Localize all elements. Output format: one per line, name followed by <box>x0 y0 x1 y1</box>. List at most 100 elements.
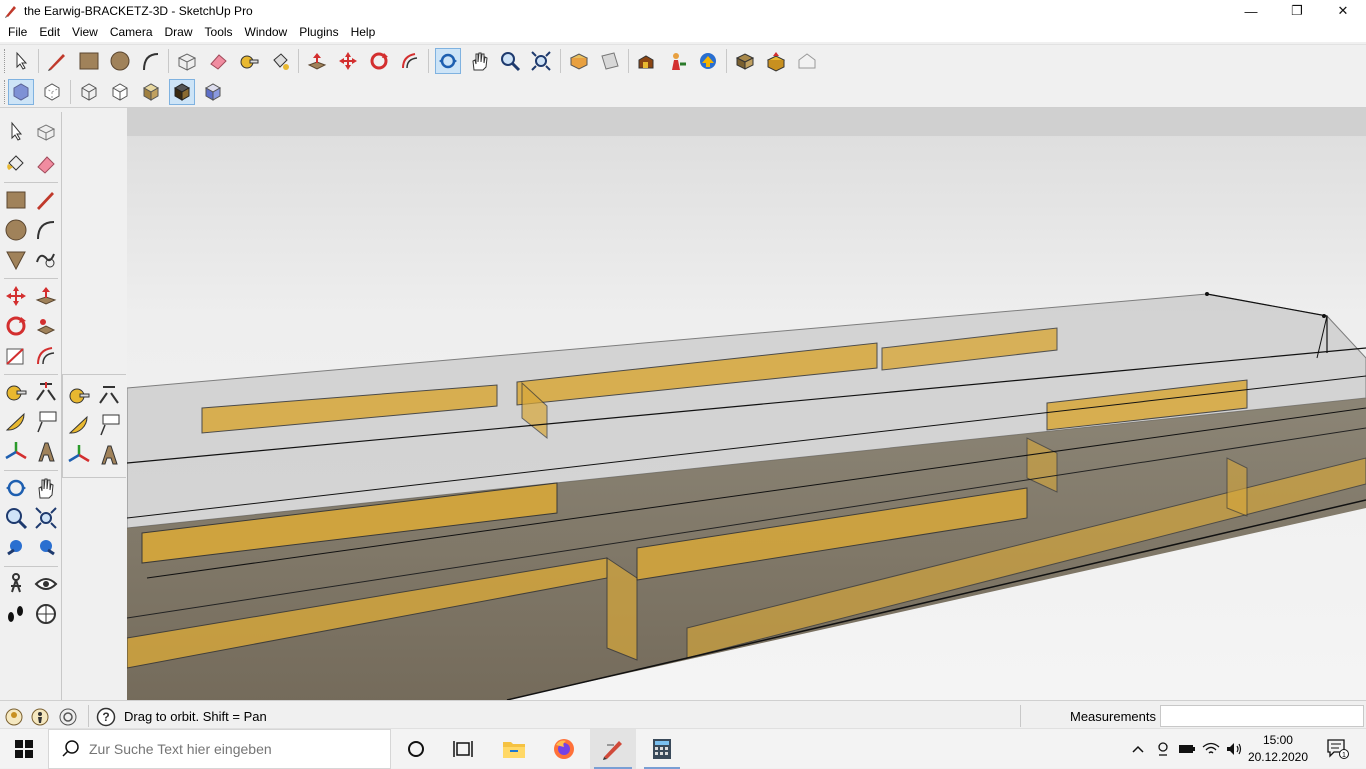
zoom-window-icon[interactable] <box>32 504 60 532</box>
tape-measure-icon[interactable] <box>236 48 262 74</box>
help-icon[interactable]: ? <box>96 707 116 727</box>
text-icon[interactable] <box>32 408 60 436</box>
rectangle-icon[interactable] <box>2 186 30 214</box>
menu-edit[interactable]: Edit <box>33 25 66 39</box>
start-button[interactable] <box>0 729 48 769</box>
follow-me-icon[interactable] <box>32 312 60 340</box>
cortana-button[interactable] <box>396 729 436 769</box>
select-icon[interactable] <box>8 48 34 74</box>
3d-text-icon[interactable] <box>32 438 60 466</box>
preview-in-earth-icon[interactable] <box>695 48 721 74</box>
menu-draw[interactable]: Draw <box>159 25 199 39</box>
pan-icon[interactable] <box>466 48 492 74</box>
walk-icon[interactable] <box>2 600 30 628</box>
make-component-icon[interactable] <box>174 48 200 74</box>
action-center-button[interactable]: 1 <box>1318 729 1358 769</box>
share-component-icon[interactable] <box>763 48 789 74</box>
3d-model-viewport[interactable] <box>127 108 1366 700</box>
toolbar-grip[interactable] <box>4 49 7 73</box>
rotate-icon[interactable] <box>366 48 392 74</box>
pencil-line-icon[interactable] <box>44 48 70 74</box>
copyright-icon[interactable] <box>58 707 78 727</box>
toggle-terrain-icon[interactable] <box>597 48 623 74</box>
push-pull-icon[interactable] <box>304 48 330 74</box>
maximize-button[interactable]: ❐ <box>1274 0 1320 22</box>
tray-network[interactable] <box>1200 729 1222 769</box>
taskbar-clock[interactable]: 15:00 20.12.2020 <box>1248 732 1308 766</box>
tape-measure-icon[interactable] <box>65 381 93 409</box>
measurements-field[interactable] <box>1160 705 1364 727</box>
menu-tools[interactable]: Tools <box>199 25 239 39</box>
zoom-extents-icon[interactable] <box>528 48 554 74</box>
wireframe-icon[interactable] <box>76 79 102 105</box>
look-around-icon[interactable] <box>32 570 60 598</box>
hidden-line-icon[interactable] <box>107 79 133 105</box>
zoom-extents-icon[interactable] <box>32 534 60 562</box>
firefox-button[interactable] <box>542 729 586 769</box>
previous-view-icon[interactable] <box>2 534 30 562</box>
text-icon[interactable] <box>95 411 123 439</box>
pan-icon[interactable] <box>32 474 60 502</box>
push-pull-icon[interactable] <box>32 282 60 310</box>
orbit-icon[interactable] <box>435 48 461 74</box>
make-component-icon[interactable] <box>32 118 60 146</box>
offset-icon[interactable] <box>32 342 60 370</box>
shaded-icon[interactable] <box>138 79 164 105</box>
protractor-icon[interactable] <box>65 411 93 439</box>
calculator-button[interactable] <box>640 729 684 769</box>
eraser-icon[interactable] <box>32 150 60 178</box>
back-edges-icon[interactable] <box>39 79 65 105</box>
dimension-icon[interactable] <box>95 381 123 409</box>
section-plane-icon[interactable] <box>32 600 60 628</box>
tray-battery[interactable] <box>1176 729 1198 769</box>
eraser-icon[interactable] <box>205 48 231 74</box>
sketchup-taskbar-button[interactable] <box>590 729 636 769</box>
minimize-button[interactable]: — <box>1228 0 1274 22</box>
protractor-icon[interactable] <box>2 408 30 436</box>
toolbar-grip[interactable] <box>4 80 7 104</box>
zoom-icon[interactable] <box>497 48 523 74</box>
orbit-icon[interactable] <box>2 474 30 502</box>
3d-model-canvas[interactable] <box>127 108 1366 700</box>
menu-camera[interactable]: Camera <box>104 25 159 39</box>
task-view-button[interactable] <box>443 729 483 769</box>
extension-warehouse-icon[interactable] <box>794 48 820 74</box>
monochrome-icon[interactable] <box>200 79 226 105</box>
menu-view[interactable]: View <box>66 25 104 39</box>
move-icon[interactable] <box>335 48 361 74</box>
menu-help[interactable]: Help <box>345 25 382 39</box>
tray-meet-now[interactable] <box>1152 729 1174 769</box>
taskbar-search[interactable] <box>48 729 391 769</box>
arc-icon[interactable] <box>32 216 60 244</box>
circle-icon[interactable] <box>107 48 133 74</box>
position-camera-icon[interactable] <box>2 570 30 598</box>
xray-icon[interactable] <box>8 79 34 105</box>
freehand-icon[interactable] <box>32 246 60 274</box>
zoom-icon[interactable] <box>2 504 30 532</box>
search-input[interactable] <box>89 741 369 757</box>
axes-icon[interactable] <box>2 438 30 466</box>
axes-icon[interactable] <box>65 441 93 469</box>
shaded-with-textures-icon[interactable] <box>169 79 195 105</box>
3d-text-icon[interactable] <box>95 441 123 469</box>
add-location-icon[interactable] <box>566 48 592 74</box>
close-button[interactable]: ✕ <box>1320 0 1366 22</box>
polygon-icon[interactable] <box>2 246 30 274</box>
tape-measure-icon[interactable] <box>2 378 30 406</box>
arc-icon[interactable] <box>138 48 164 74</box>
menu-window[interactable]: Window <box>239 25 294 39</box>
show-hidden-icons-button[interactable] <box>1128 729 1148 769</box>
scale-icon[interactable] <box>2 342 30 370</box>
geo-location-icon[interactable] <box>4 707 24 727</box>
file-explorer-button[interactable] <box>492 729 536 769</box>
dimension-icon[interactable] <box>32 378 60 406</box>
get-components-icon[interactable] <box>732 48 758 74</box>
menu-file[interactable]: File <box>2 25 33 39</box>
select-icon[interactable] <box>2 118 30 146</box>
move-icon[interactable] <box>2 282 30 310</box>
rectangle-icon[interactable] <box>76 48 102 74</box>
circle-icon[interactable] <box>2 216 30 244</box>
get-models-icon[interactable] <box>633 48 659 74</box>
offset-icon[interactable] <box>397 48 423 74</box>
menu-plugins[interactable]: Plugins <box>293 25 344 39</box>
